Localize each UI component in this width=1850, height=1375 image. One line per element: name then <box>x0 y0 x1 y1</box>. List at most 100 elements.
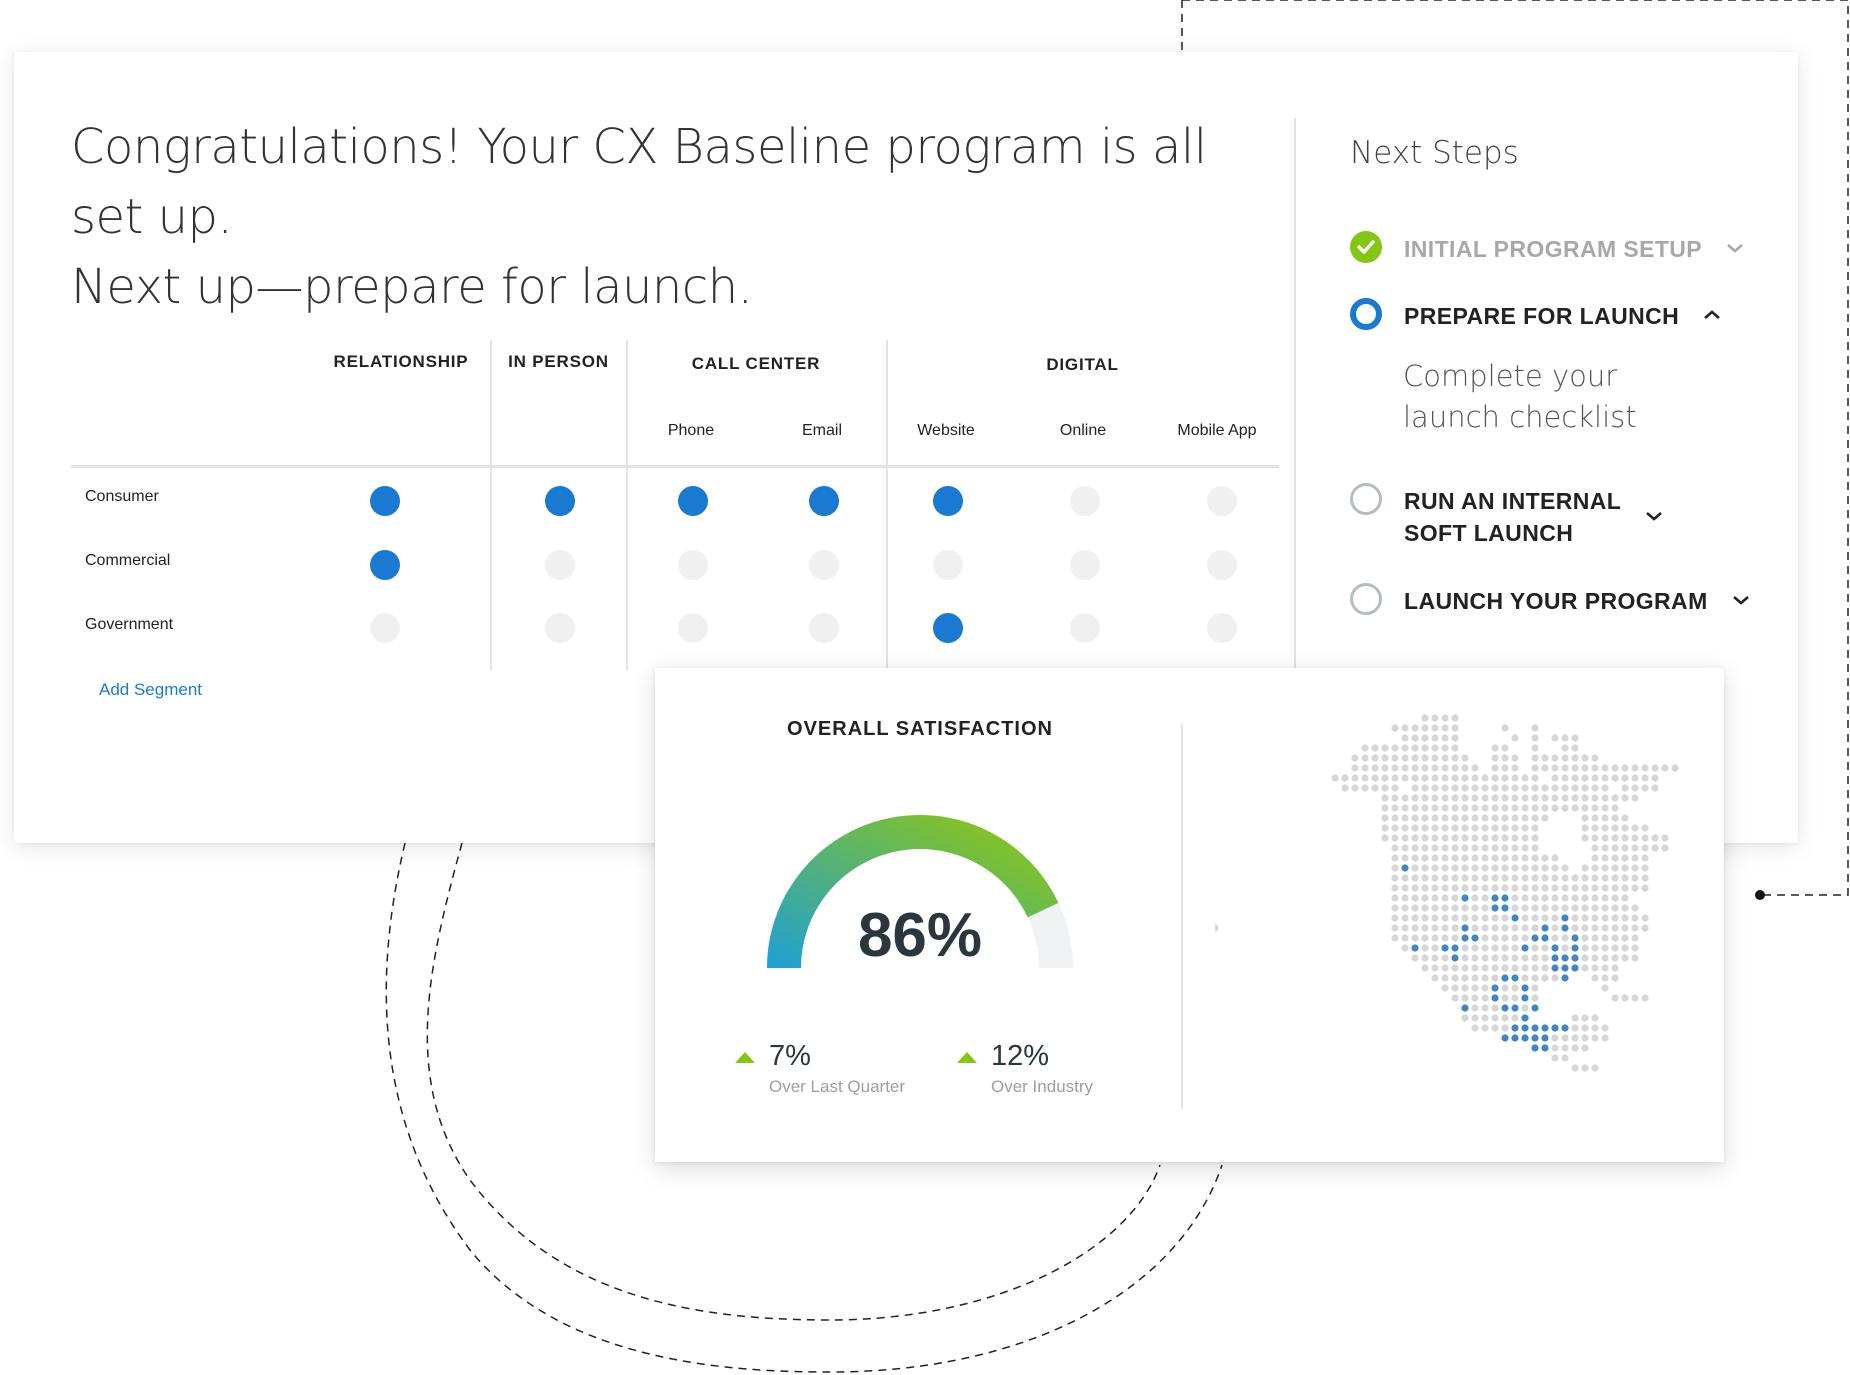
map-dot <box>1451 914 1459 922</box>
map-dot <box>1471 954 1479 962</box>
map-dot <box>1591 944 1599 952</box>
stat-caption: Over Last Quarter <box>769 1077 906 1096</box>
chevron-down-icon[interactable] <box>1724 237 1746 259</box>
map-dot <box>1561 754 1569 762</box>
channel-toggle-dot[interactable] <box>933 486 963 516</box>
map-dot <box>1421 874 1429 882</box>
step-run-internal-soft-launch[interactable]: RUN AN INTERNAL SOFT LAUNCH <box>1350 483 1665 549</box>
chevron-down-icon[interactable] <box>1643 505 1665 527</box>
channel-toggle-dot[interactable] <box>1207 550 1237 580</box>
map-dot <box>1381 764 1389 772</box>
map-dot <box>1531 894 1539 902</box>
map-dot <box>1551 884 1559 892</box>
map-dot <box>1581 964 1589 972</box>
map-dot <box>1551 794 1559 802</box>
map-dot <box>1511 884 1519 892</box>
channel-toggle-dot[interactable] <box>1207 486 1237 516</box>
channel-toggle-dot[interactable] <box>809 613 839 643</box>
map-dot <box>1491 1014 1499 1022</box>
map-dot-highlighted <box>1571 954 1579 962</box>
map-dot-highlighted <box>1411 944 1419 952</box>
map-dot <box>1581 1034 1589 1042</box>
map-dot <box>1361 774 1369 782</box>
map-dot <box>1461 914 1469 922</box>
map-dot <box>1471 874 1479 882</box>
map-dot <box>1371 744 1379 752</box>
map-dot <box>1421 794 1429 802</box>
map-dot <box>1381 834 1389 842</box>
map-dot <box>1521 924 1529 932</box>
map-dot <box>1531 824 1539 832</box>
map-dot <box>1491 944 1499 952</box>
map-dot-highlighted <box>1531 1034 1539 1042</box>
map-dot <box>1411 954 1419 962</box>
map-dot <box>1651 784 1659 792</box>
channel-toggle-dot[interactable] <box>809 550 839 580</box>
map-dot <box>1431 714 1439 722</box>
channel-toggle-dot[interactable] <box>370 486 400 516</box>
map-dot <box>1511 784 1519 792</box>
channel-toggle-dot[interactable] <box>933 613 963 643</box>
map-dot <box>1441 904 1449 912</box>
step-initial-program-setup[interactable]: INITIAL PROGRAM SETUP <box>1350 231 1746 265</box>
map-dot <box>1511 754 1519 762</box>
channel-toggle-dot[interactable] <box>370 613 400 643</box>
map-dot <box>1561 774 1569 782</box>
channel-toggle-dot[interactable] <box>933 550 963 580</box>
chevron-up-icon[interactable] <box>1701 304 1723 326</box>
channel-toggle-dot[interactable] <box>370 550 400 580</box>
map-dot <box>1451 724 1459 732</box>
map-dot <box>1441 774 1449 782</box>
map-dot <box>1591 784 1599 792</box>
map-dot <box>1481 824 1489 832</box>
map-dot <box>1421 774 1429 782</box>
map-dot <box>1621 824 1629 832</box>
step-launch-your-program[interactable]: LAUNCH YOUR PROGRAM <box>1350 583 1752 617</box>
map-dot <box>1451 854 1459 862</box>
map-dot <box>1591 964 1599 972</box>
map-dot <box>1621 874 1629 882</box>
chevron-down-icon[interactable] <box>1730 589 1752 611</box>
map-dot <box>1461 824 1469 832</box>
map-dot <box>1351 774 1359 782</box>
channel-toggle-dot[interactable] <box>809 486 839 516</box>
map-dot <box>1621 944 1629 952</box>
channel-toggle-dot[interactable] <box>1070 486 1100 516</box>
map-dot-highlighted <box>1521 944 1529 952</box>
add-segment-link[interactable]: Add Segment <box>99 680 202 700</box>
map-dot <box>1491 974 1499 982</box>
map-dot <box>1481 974 1489 982</box>
channel-toggle-dot[interactable] <box>545 550 575 580</box>
map-dot <box>1641 854 1649 862</box>
map-dot <box>1601 854 1609 862</box>
map-dot <box>1551 734 1559 742</box>
map-dot <box>1621 774 1629 782</box>
channel-toggle-dot[interactable] <box>678 550 708 580</box>
map-dot <box>1571 894 1579 902</box>
step-prepare-for-launch[interactable]: PREPARE FOR LAUNCH <box>1350 298 1723 332</box>
channel-toggle-dot[interactable] <box>678 613 708 643</box>
channel-toggle-dot[interactable] <box>545 486 575 516</box>
channel-toggle-dot[interactable] <box>545 613 575 643</box>
map-dot <box>1471 864 1479 872</box>
map-dot <box>1491 914 1499 922</box>
map-dot <box>1451 764 1459 772</box>
map-dot <box>1471 844 1479 852</box>
map-dot <box>1611 834 1619 842</box>
channel-toggle-dot[interactable] <box>1070 613 1100 643</box>
map-dot <box>1441 714 1449 722</box>
channel-toggle-dot[interactable] <box>678 486 708 516</box>
map-dot <box>1471 824 1479 832</box>
map-dot <box>1381 824 1389 832</box>
map-dot <box>1531 864 1539 872</box>
map-dot <box>1391 814 1399 822</box>
map-dot <box>1601 1034 1609 1042</box>
map-dot <box>1521 774 1529 782</box>
map-dot-highlighted <box>1461 1004 1469 1012</box>
map-dot <box>1481 854 1489 862</box>
channel-toggle-dot[interactable] <box>1207 613 1237 643</box>
channel-toggle-dot[interactable] <box>1070 550 1100 580</box>
map-dot <box>1621 784 1629 792</box>
channel-header-email: Email <box>801 422 842 439</box>
map-dot <box>1401 794 1409 802</box>
